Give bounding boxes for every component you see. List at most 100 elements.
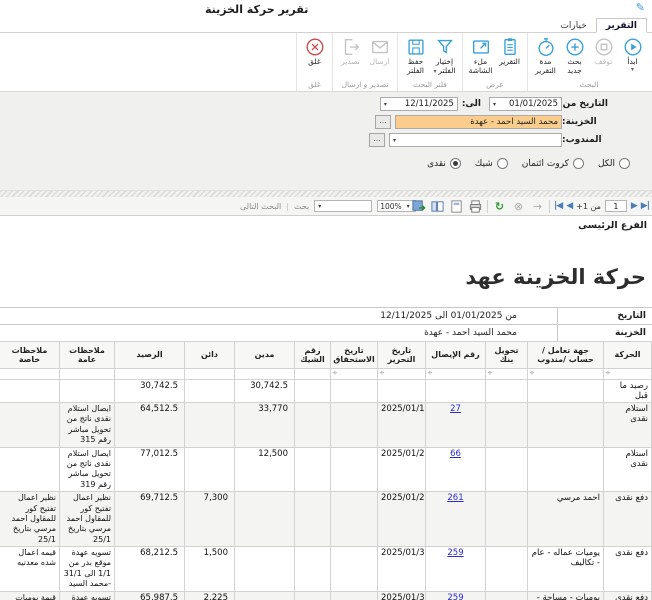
cell-credit: 2,225 [185,591,235,600]
first-page-button[interactable]: ▶| [641,201,649,211]
radio-credit-cards[interactable]: كروت ائتمان [522,158,584,169]
search-button[interactable]: بحث [294,202,309,211]
receipt-link[interactable]: 259 [447,593,463,600]
title-bar: ✎ تقرير حركة الخزينة [0,0,652,18]
receipt-link[interactable]: 66 [450,449,461,459]
cell-private-notes: قيمة يوميات مساعد المساح بالموقع عن المد… [0,591,60,600]
cell-due-date [331,380,378,403]
date-to-input[interactable]: 12/11/2025 ▾ [380,97,458,111]
filter-cell-private-notes[interactable] [0,369,60,380]
receipt-link[interactable]: 261 [447,493,463,503]
filter-button[interactable]: إختيار الفلتر ▾ [430,35,459,79]
date-from-label: التاريخ من: [562,99,608,109]
column-header-movement[interactable]: الحركة [604,342,652,369]
close-button[interactable]: غلق [300,35,329,79]
cell-bank-transfer [486,447,528,492]
fullscreen-button[interactable]: ملء الشاشة [466,35,495,79]
printer-icon[interactable] [468,199,483,214]
stop-button[interactable]: توقف [589,35,618,79]
radio-circle-icon [573,158,584,169]
find-next-button[interactable]: البحث التالى [240,202,281,211]
column-filter-icon[interactable]: ÷ [427,369,433,377]
treasury-row: الخزينة: محمد السيد احمد - عهدة ... [0,115,652,129]
radio-cash[interactable]: نقدى [427,158,461,169]
receipt-link[interactable]: 27 [450,404,461,414]
cell-debit: 33,770 [235,403,295,448]
agent-browse-button[interactable]: ... [369,133,385,147]
column-header-debit[interactable]: مدين [235,342,295,369]
save-filter-button[interactable]: حفظ الفلتر [401,35,430,79]
filter-cell-due-date[interactable]: ÷ [331,369,378,380]
tab-options[interactable]: خيارات [551,19,595,32]
column-header-credit[interactable]: دائن [185,342,235,369]
column-filter-icon[interactable]: ÷ [379,369,385,377]
receipt-link[interactable]: 259 [447,548,463,558]
column-filter-icon[interactable]: ÷ [529,369,535,377]
refresh-icon[interactable]: ↻ [492,199,507,214]
ribbon-group: إختيار الفلتر ▾حفظ الفلترفلتر البحث [397,33,462,91]
last-page-button[interactable]: |◀ [554,201,562,211]
cell-issue-date: 2025/01/23 [378,447,426,492]
send-icon [369,36,391,58]
pencil-icon[interactable]: ✎ [636,1,645,14]
cell-receipt-no: 259 [426,547,486,592]
column-header-cheque-no[interactable]: رقم الشيك [295,342,331,369]
report-button[interactable]: التقرير [495,35,524,79]
column-filter-icon[interactable]: ÷ [332,369,338,377]
filter-cell-credit[interactable] [185,369,235,380]
radio-all[interactable]: الكل [598,158,630,169]
export-report-icon[interactable] [411,199,426,214]
filter-cell-receipt-no[interactable]: ÷ [426,369,486,380]
ribbon-button-label: ارسال [370,58,390,67]
report-title: حركة الخزينة عهد [465,265,646,289]
column-header-due-date[interactable]: تاريخ الاستحقاق [331,342,378,369]
current-page-input[interactable]: 1 [605,200,627,212]
app-window: ✎ تقرير حركة الخزينة التقريرخيارات ابدأ▾… [0,0,652,600]
tab-report[interactable]: التقرير [596,18,647,33]
treasury-browse-button[interactable]: ... [375,115,391,129]
column-header-issue-date[interactable]: تاريخ التحرير [378,342,426,369]
ribbon-button-label: حفظ الفلتر [401,58,430,75]
window-title: تقرير حركة الخزينة [205,3,308,16]
tab-strip: التقريرخيارات [0,17,652,33]
search-input[interactable]: ▾ [314,200,372,212]
filter-cell-general-notes[interactable] [60,369,115,380]
report-page: الفرع الرئيسى حركة الخزينة عهد التاريخ م… [0,217,652,600]
send-button[interactable]: ارسال [365,35,394,79]
column-header-balance[interactable]: الرصيد [115,342,185,369]
date-from-input[interactable]: 01/01/2025 ▾ [489,97,562,111]
filter-cell-debit[interactable] [235,369,295,380]
export-button[interactable]: تصدير [336,35,365,79]
column-header-bank-transfer[interactable]: تحويل بنك [486,342,528,369]
filter-cell-movement[interactable]: ÷ [604,369,652,380]
column-header-general-notes[interactable]: ملاحظات عامة [60,342,115,369]
next-page-button[interactable]: ◀ [566,201,572,211]
filter-cell-counterparty[interactable]: ÷ [528,369,604,380]
column-header-private-notes[interactable]: ملاحظات خاصة [0,342,60,369]
agent-select[interactable]: ▾ [389,133,562,147]
play-button[interactable]: ابدأ▾ [618,35,647,79]
filter-cell-balance[interactable] [115,369,185,380]
filter-cell-cheque-no[interactable] [295,369,331,380]
new-search-button[interactable]: بحث جديد [560,35,589,79]
cancel-icon[interactable]: ⊗ [511,199,526,214]
column-filter-icon[interactable]: ÷ [487,369,493,377]
print-layout-icon[interactable] [449,199,464,214]
cell-movement: استلام نقدى [604,447,652,492]
column-header-receipt-no[interactable]: رقم الإيصال [426,342,486,369]
cell-due-date [331,591,378,600]
group-tree-icon[interactable] [430,199,445,214]
group-tree-root[interactable]: الفرع الرئيسى [578,220,647,231]
prev-page-button[interactable]: ▶ [631,201,637,211]
radio-cheque[interactable]: شيك [475,158,508,169]
column-filter-icon[interactable]: ÷ [605,369,611,377]
ribbon-group: غلقغلق [296,33,332,91]
column-header-counterparty[interactable]: جهة تعامل / حساب /مندوب [528,342,604,369]
zoom-select[interactable]: 100% ▾ [377,200,415,212]
stopwatch-button[interactable]: مدة التقرير [531,35,560,79]
treasury-field[interactable]: محمد السيد احمد - عهدة [395,115,562,129]
separator [487,200,488,213]
filter-cell-issue-date[interactable]: ÷ [378,369,426,380]
go-icon[interactable]: → [530,199,545,214]
filter-cell-bank-transfer[interactable]: ÷ [486,369,528,380]
